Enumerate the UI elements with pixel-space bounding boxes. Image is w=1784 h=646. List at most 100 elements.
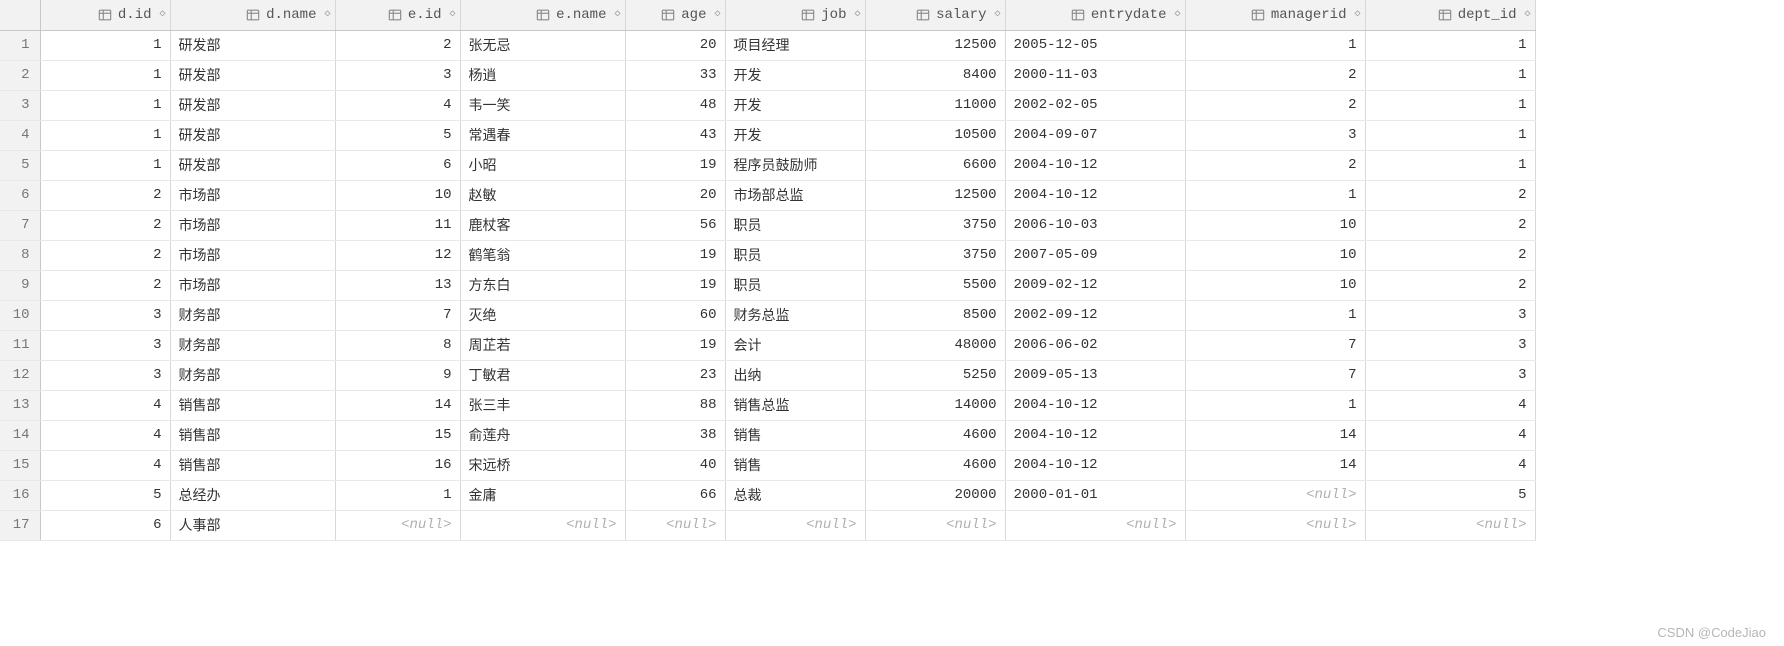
- table-row[interactable]: 123财务部9丁敏君23出纳52502009-05-1373: [0, 360, 1535, 390]
- cell-age[interactable]: 56: [625, 210, 725, 240]
- column-header-dept_id[interactable]: dept_id◇: [1365, 0, 1535, 30]
- row-number[interactable]: 8: [0, 240, 40, 270]
- cell-salary[interactable]: 8500: [865, 300, 1005, 330]
- cell-d_name[interactable]: 市场部: [170, 180, 335, 210]
- cell-job[interactable]: 职员: [725, 210, 865, 240]
- cell-entrydate[interactable]: 2004-10-12: [1005, 420, 1185, 450]
- cell-entrydate[interactable]: 2006-10-03: [1005, 210, 1185, 240]
- cell-job[interactable]: 出纳: [725, 360, 865, 390]
- cell-e_name[interactable]: 常遇春: [460, 120, 625, 150]
- cell-job[interactable]: 市场部总监: [725, 180, 865, 210]
- sort-icon[interactable]: ◇: [1524, 10, 1530, 20]
- cell-job[interactable]: 财务总监: [725, 300, 865, 330]
- table-row[interactable]: 11研发部2张无忌20项目经理125002005-12-0511: [0, 30, 1535, 60]
- cell-age[interactable]: 60: [625, 300, 725, 330]
- sort-icon[interactable]: ◇: [1354, 10, 1360, 20]
- cell-salary[interactable]: 3750: [865, 210, 1005, 240]
- row-number[interactable]: 1: [0, 30, 40, 60]
- cell-e_name[interactable]: 杨逍: [460, 60, 625, 90]
- table-row[interactable]: 113财务部8周芷若19会计480002006-06-0273: [0, 330, 1535, 360]
- cell-d_name[interactable]: 销售部: [170, 390, 335, 420]
- row-number[interactable]: 14: [0, 420, 40, 450]
- sort-icon[interactable]: ◇: [449, 10, 455, 20]
- cell-e_id[interactable]: 5: [335, 120, 460, 150]
- cell-dept_id[interactable]: 5: [1365, 480, 1535, 510]
- cell-job[interactable]: 总裁: [725, 480, 865, 510]
- cell-d_name[interactable]: 销售部: [170, 420, 335, 450]
- cell-dept_id[interactable]: 4: [1365, 420, 1535, 450]
- cell-dept_id[interactable]: <null>: [1365, 510, 1535, 540]
- cell-d_id[interactable]: 1: [40, 60, 170, 90]
- row-number[interactable]: 5: [0, 150, 40, 180]
- cell-dept_id[interactable]: 1: [1365, 30, 1535, 60]
- cell-entrydate[interactable]: 2006-06-02: [1005, 330, 1185, 360]
- row-number[interactable]: 15: [0, 450, 40, 480]
- row-number[interactable]: 2: [0, 60, 40, 90]
- cell-dept_id[interactable]: 3: [1365, 300, 1535, 330]
- table-row[interactable]: 103财务部7灭绝60财务总监85002002-09-1213: [0, 300, 1535, 330]
- cell-age[interactable]: <null>: [625, 510, 725, 540]
- cell-age[interactable]: 20: [625, 180, 725, 210]
- cell-d_id[interactable]: 4: [40, 450, 170, 480]
- cell-d_id[interactable]: 4: [40, 390, 170, 420]
- cell-dept_id[interactable]: 3: [1365, 360, 1535, 390]
- cell-e_name[interactable]: 小昭: [460, 150, 625, 180]
- cell-salary[interactable]: 5250: [865, 360, 1005, 390]
- cell-job[interactable]: 职员: [725, 270, 865, 300]
- cell-e_name[interactable]: 周芷若: [460, 330, 625, 360]
- cell-age[interactable]: 40: [625, 450, 725, 480]
- cell-e_name[interactable]: 赵敏: [460, 180, 625, 210]
- cell-e_name[interactable]: 丁敏君: [460, 360, 625, 390]
- cell-salary[interactable]: <null>: [865, 510, 1005, 540]
- cell-d_id[interactable]: 4: [40, 420, 170, 450]
- row-number[interactable]: 7: [0, 210, 40, 240]
- cell-dept_id[interactable]: 1: [1365, 120, 1535, 150]
- row-number[interactable]: 3: [0, 90, 40, 120]
- cell-entrydate[interactable]: 2005-12-05: [1005, 30, 1185, 60]
- cell-entrydate[interactable]: 2002-09-12: [1005, 300, 1185, 330]
- cell-e_name[interactable]: 鹿杖客: [460, 210, 625, 240]
- cell-job[interactable]: 会计: [725, 330, 865, 360]
- table-row[interactable]: 72市场部11鹿杖客56职员37502006-10-03102: [0, 210, 1535, 240]
- cell-entrydate[interactable]: 2000-01-01: [1005, 480, 1185, 510]
- sort-icon[interactable]: ◇: [714, 10, 720, 20]
- row-number[interactable]: 17: [0, 510, 40, 540]
- column-header-e_id[interactable]: e.id◇: [335, 0, 460, 30]
- cell-age[interactable]: 66: [625, 480, 725, 510]
- cell-managerid[interactable]: 2: [1185, 90, 1365, 120]
- cell-d_id[interactable]: 6: [40, 510, 170, 540]
- column-header-job[interactable]: job◇: [725, 0, 865, 30]
- cell-entrydate[interactable]: 2004-10-12: [1005, 390, 1185, 420]
- cell-entrydate[interactable]: 2000-11-03: [1005, 60, 1185, 90]
- table-row[interactable]: 165总经办1金庸66总裁200002000-01-01<null>5: [0, 480, 1535, 510]
- cell-salary[interactable]: 10500: [865, 120, 1005, 150]
- cell-d_name[interactable]: 销售部: [170, 450, 335, 480]
- cell-job[interactable]: 开发: [725, 90, 865, 120]
- cell-age[interactable]: 48: [625, 90, 725, 120]
- sort-icon[interactable]: ◇: [614, 10, 620, 20]
- row-number[interactable]: 11: [0, 330, 40, 360]
- cell-d_name[interactable]: 市场部: [170, 270, 335, 300]
- cell-d_name[interactable]: 市场部: [170, 240, 335, 270]
- cell-salary[interactable]: 11000: [865, 90, 1005, 120]
- cell-managerid[interactable]: 1: [1185, 300, 1365, 330]
- row-number[interactable]: 9: [0, 270, 40, 300]
- cell-e_id[interactable]: 11: [335, 210, 460, 240]
- cell-d_name[interactable]: 研发部: [170, 120, 335, 150]
- cell-entrydate[interactable]: 2004-09-07: [1005, 120, 1185, 150]
- cell-e_id[interactable]: 9: [335, 360, 460, 390]
- cell-e_id[interactable]: <null>: [335, 510, 460, 540]
- cell-d_name[interactable]: 财务部: [170, 330, 335, 360]
- cell-e_id[interactable]: 16: [335, 450, 460, 480]
- cell-salary[interactable]: 48000: [865, 330, 1005, 360]
- cell-managerid[interactable]: 3: [1185, 120, 1365, 150]
- cell-e_name[interactable]: 方东白: [460, 270, 625, 300]
- cell-job[interactable]: <null>: [725, 510, 865, 540]
- cell-e_id[interactable]: 12: [335, 240, 460, 270]
- cell-e_name[interactable]: 灭绝: [460, 300, 625, 330]
- cell-salary[interactable]: 6600: [865, 150, 1005, 180]
- cell-entrydate[interactable]: <null>: [1005, 510, 1185, 540]
- cell-e_id[interactable]: 15: [335, 420, 460, 450]
- row-number[interactable]: 16: [0, 480, 40, 510]
- cell-salary[interactable]: 8400: [865, 60, 1005, 90]
